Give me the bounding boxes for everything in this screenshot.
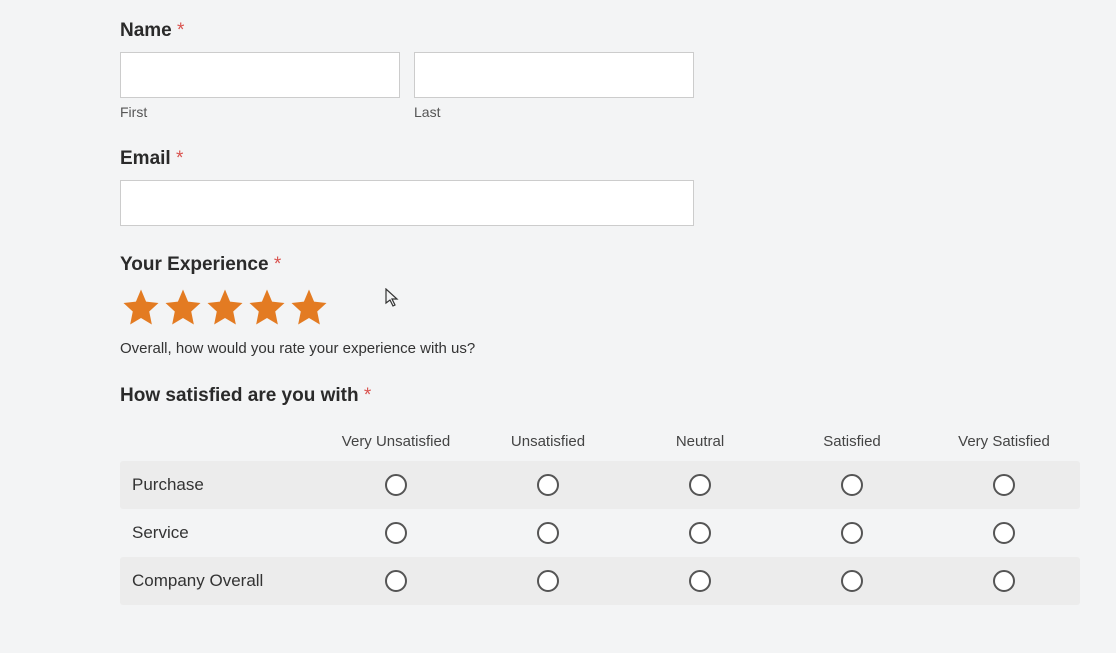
satisfaction-label: How satisfied are you with *: [120, 385, 1080, 407]
star-icon[interactable]: [120, 286, 162, 328]
satisfaction-label-text: How satisfied are you with: [120, 385, 359, 406]
matrix-header-col: Very Unsatisfied: [320, 433, 472, 450]
email-field: Email *: [120, 148, 1080, 226]
radio-purchase-satisfied[interactable]: [841, 474, 863, 496]
radio-company-satisfied[interactable]: [841, 570, 863, 592]
matrix-header-col: Unsatisfied: [472, 433, 624, 450]
matrix-row-label: Service: [120, 523, 320, 543]
matrix-row-service: Service: [120, 509, 1080, 557]
radio-company-neutral[interactable]: [689, 570, 711, 592]
radio-service-very-satisfied[interactable]: [993, 522, 1015, 544]
star-icon[interactable]: [246, 286, 288, 328]
experience-required: *: [274, 254, 281, 275]
satisfaction-required: *: [364, 385, 371, 406]
last-name-sublabel: Last: [414, 104, 694, 120]
star-rating[interactable]: [120, 286, 1080, 328]
matrix-header-col: Very Satisfied: [928, 433, 1080, 450]
star-icon[interactable]: [204, 286, 246, 328]
survey-form: Name * First Last Email * Your Experienc…: [120, 20, 1080, 605]
radio-company-unsatisfied[interactable]: [537, 570, 559, 592]
name-required: *: [177, 20, 184, 41]
satisfaction-matrix: Very Unsatisfied Unsatisfied Neutral Sat…: [120, 421, 1080, 605]
experience-label: Your Experience *: [120, 254, 1080, 276]
radio-service-neutral[interactable]: [689, 522, 711, 544]
matrix-header-col: Neutral: [624, 433, 776, 450]
email-label-text: Email: [120, 148, 171, 169]
matrix-row-label: Purchase: [120, 475, 320, 495]
matrix-row-company: Company Overall: [120, 557, 1080, 605]
star-icon[interactable]: [162, 286, 204, 328]
email-input[interactable]: [120, 180, 694, 226]
last-name-input[interactable]: [414, 52, 694, 98]
satisfaction-field: How satisfied are you with * Very Unsati…: [120, 385, 1080, 605]
experience-field: Your Experience * Overall, how would you…: [120, 254, 1080, 357]
radio-purchase-neutral[interactable]: [689, 474, 711, 496]
radio-purchase-very-unsatisfied[interactable]: [385, 474, 407, 496]
radio-purchase-unsatisfied[interactable]: [537, 474, 559, 496]
matrix-header: Very Unsatisfied Unsatisfied Neutral Sat…: [120, 421, 1080, 461]
matrix-header-col: Satisfied: [776, 433, 928, 450]
first-name-input[interactable]: [120, 52, 400, 98]
email-required: *: [176, 148, 183, 169]
name-label: Name *: [120, 20, 1080, 42]
radio-company-very-unsatisfied[interactable]: [385, 570, 407, 592]
name-field: Name * First Last: [120, 20, 1080, 120]
radio-purchase-very-satisfied[interactable]: [993, 474, 1015, 496]
radio-service-satisfied[interactable]: [841, 522, 863, 544]
email-label: Email *: [120, 148, 1080, 170]
first-name-column: First: [120, 52, 400, 120]
radio-company-very-satisfied[interactable]: [993, 570, 1015, 592]
first-name-sublabel: First: [120, 104, 400, 120]
experience-description: Overall, how would you rate your experie…: [120, 340, 1080, 357]
star-icon[interactable]: [288, 286, 330, 328]
name-label-text: Name: [120, 20, 172, 41]
radio-service-unsatisfied[interactable]: [537, 522, 559, 544]
name-inputs-row: First Last: [120, 52, 1080, 120]
experience-label-text: Your Experience: [120, 254, 269, 275]
last-name-column: Last: [414, 52, 694, 120]
matrix-row-purchase: Purchase: [120, 461, 1080, 509]
radio-service-very-unsatisfied[interactable]: [385, 522, 407, 544]
matrix-row-label: Company Overall: [120, 571, 320, 591]
